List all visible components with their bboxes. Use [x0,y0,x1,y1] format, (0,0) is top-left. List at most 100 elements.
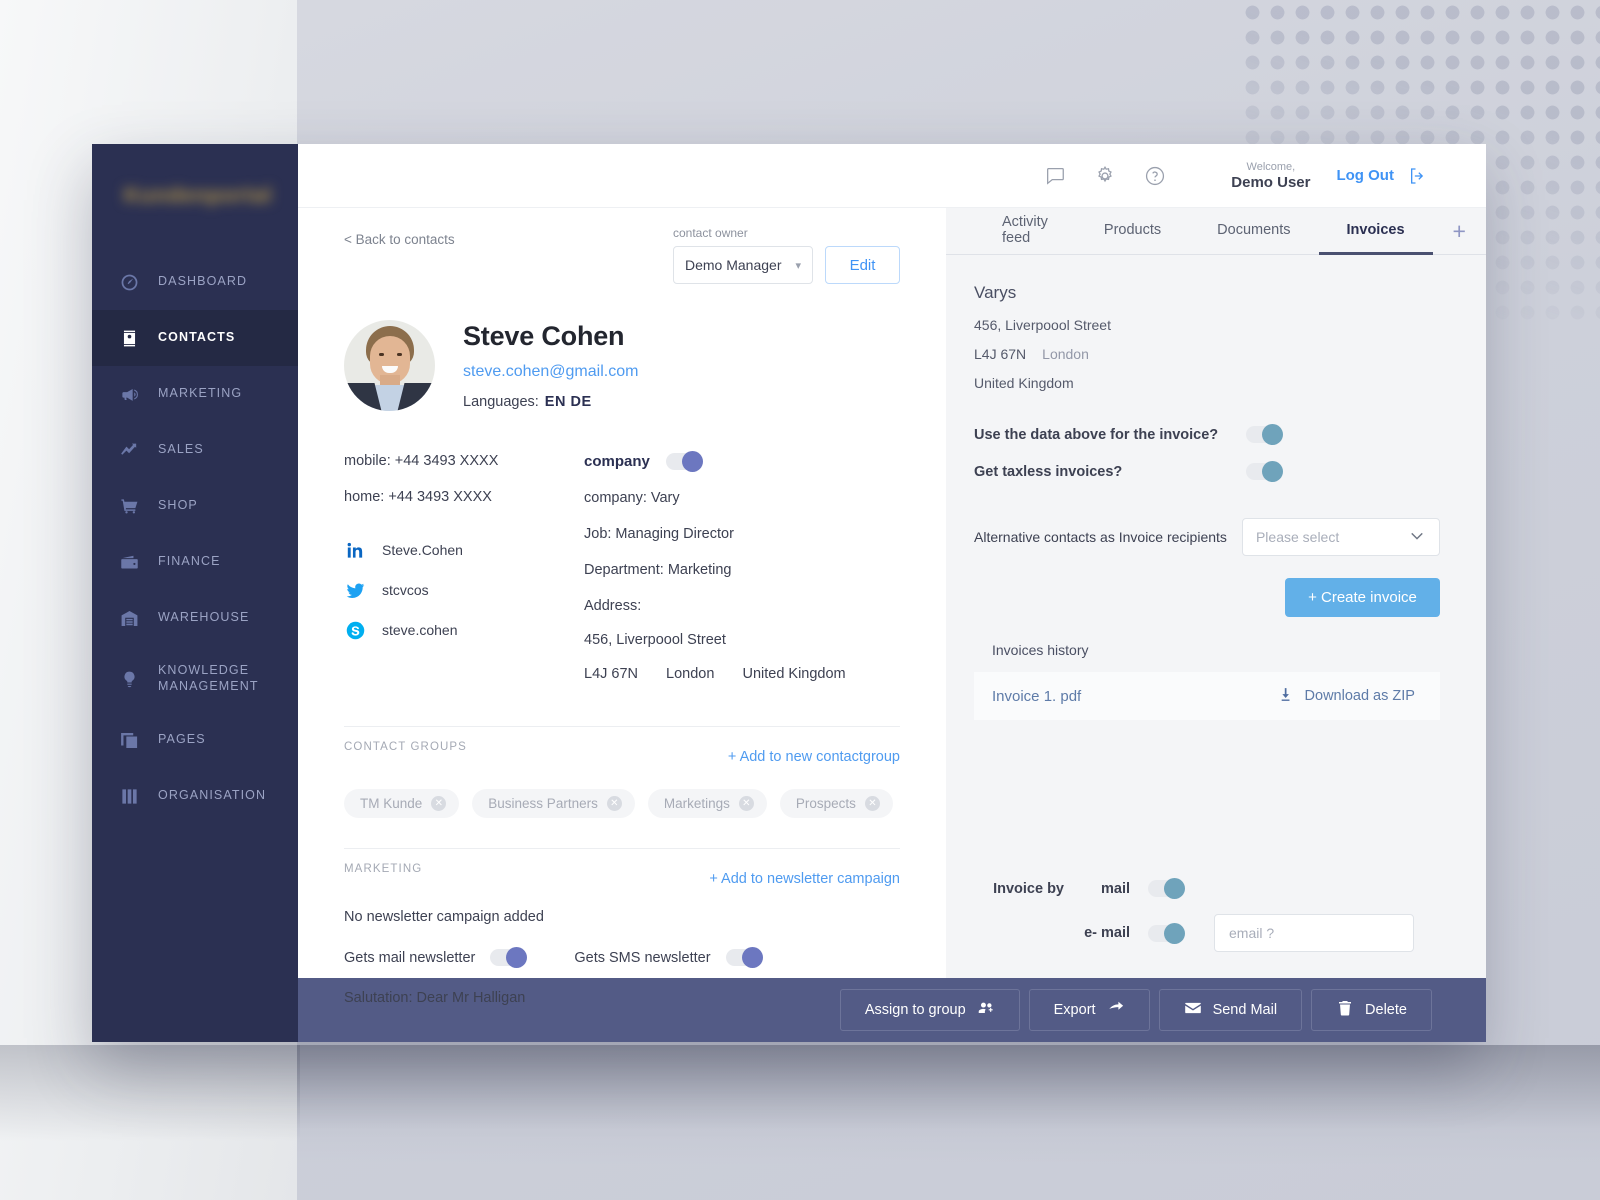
alternative-contacts-row: Alternative contacts as Invoice recipien… [974,518,1440,556]
edit-button[interactable]: Edit [825,246,900,284]
add-tab-button[interactable]: + [1433,208,1486,254]
mail-newsletter-toggle[interactable] [490,947,528,968]
sidebar-item-label: ORGANISATION [158,788,267,803]
back-to-contacts-link[interactable]: < Back to contacts [344,226,455,247]
invoice-by-email-row: e- mail [974,914,1440,952]
sidebar-item-marketing[interactable]: MARKETING [92,366,298,422]
delete-button[interactable]: Delete [1311,989,1432,1031]
send-mail-button[interactable]: Send Mail [1158,989,1303,1031]
close-icon[interactable]: ✕ [864,796,880,811]
chat-bubble-icon[interactable] [1043,164,1067,188]
logout-arrow-icon[interactable] [1408,166,1428,186]
profile-text: Steve Cohen steve.cohen@gmail.com Langua… [463,321,638,410]
logo[interactable]: Kundenportal [92,144,298,248]
sidebar-item-knowledge-management[interactable]: KNOWLEDGE MANAGEMENT [92,646,298,712]
newsletter-toggles: Gets mail newsletter Gets SMS newsletter [344,947,900,968]
sidebar-item-label: PAGES [158,732,206,747]
contact-email-link[interactable]: steve.cohen@gmail.com [463,363,638,381]
app-window: Kundenportal DASHBOARD CONTACTS MARKETIN… [92,144,1486,1042]
pages-icon [118,729,140,751]
add-to-newsletter-campaign-link[interactable]: + Add to newsletter campaign [709,871,900,887]
tab-products[interactable]: Products [1076,208,1189,255]
billing-country: United Kingdom [974,375,1074,391]
sidebar-item-warehouse[interactable]: WAREHOUSE [92,590,298,646]
sidebar-item-label: SALES [158,442,204,457]
add-to-new-contactgroup-link[interactable]: + Add to new contactgroup [728,749,900,765]
sidebar-item-contacts[interactable]: CONTACTS [92,310,298,366]
sidebar-item-shop[interactable]: SHOP [92,478,298,534]
address-country: United Kingdom [742,666,846,682]
invoice-by-mail-toggle[interactable] [1148,878,1185,899]
export-button[interactable]: Export [1028,989,1150,1031]
use-data-toggle[interactable] [1246,424,1283,445]
contact-owner-block: contact owner Demo Manager ▾ Edit [673,226,900,284]
company-toggle[interactable] [665,451,703,472]
mail-newsletter-group: Gets mail newsletter [344,947,528,968]
sidebar-item-finance[interactable]: FINANCE [92,534,298,590]
social-linkedin[interactable]: Steve.Cohen [344,539,576,561]
sidebar-item-organisation[interactable]: ORGANISATION [92,768,298,824]
department: Department: Marketing [584,562,732,578]
sidebar-item-label: DASHBOARD [158,274,248,289]
chip[interactable]: Marketings ✕ [647,789,767,818]
contacts-icon [118,327,140,349]
taxless-label: Get taxless invoices? [974,463,1123,480]
sms-newsletter-toggle[interactable] [725,947,763,968]
invoice-file-link[interactable]: Invoice 1. pdf [992,688,1081,705]
chip[interactable]: Prospects ✕ [779,789,893,818]
gear-icon[interactable] [1093,164,1117,188]
twitter-icon [344,579,366,601]
logout-link[interactable]: Log Out [1336,167,1393,184]
linkedin-handle: Steve.Cohen [382,542,463,558]
invoice-by-email-label: e- mail [1084,925,1130,941]
send-mail-label: Send Mail [1212,1002,1278,1018]
billing-name: Varys [974,283,1017,302]
company-toggle-label: company [584,453,650,470]
close-icon[interactable]: ✕ [431,796,447,811]
social-twitter[interactable]: stcvcos [344,579,576,601]
contact-owner-select[interactable]: Demo Manager ▾ [673,246,813,284]
linkedin-icon [344,539,366,561]
alternative-contacts-select[interactable]: Please select [1241,518,1440,556]
close-icon[interactable]: ✕ [606,796,622,811]
trend-line-icon [118,439,140,461]
sidebar-item-pages[interactable]: PAGES [92,712,298,768]
tab-documents[interactable]: Documents [1189,208,1318,255]
invoice-by-mail-label: mail [1100,880,1130,897]
company-name: company: Vary [584,490,680,506]
sidebar-item-label: MARKETING [158,386,243,401]
lightbulb-icon [118,668,140,690]
use-data-label: Use the data above for the invoice? [974,426,1219,443]
tab-activity-feed[interactable]: Activity feed [974,208,1076,255]
company-toggle-row: company [584,451,900,472]
topbar-icon-group [1043,164,1167,188]
taxless-toggle[interactable] [1246,461,1283,482]
action-bar: Assign to group Export Send Mail Delete [298,978,1486,1042]
close-icon[interactable]: ✕ [738,796,754,811]
create-invoice-button[interactable]: + Create invoice [1284,578,1440,617]
contact-details: mobile: +44 3493 XXXX home: +44 3493 XXX… [344,451,900,702]
sidebar-item-dashboard[interactable]: DASHBOARD [92,254,298,310]
export-label: Export [1053,1002,1096,1018]
sidebar-item-sales[interactable]: SALES [92,422,298,478]
tab-invoices[interactable]: Invoices [1318,208,1433,255]
alternative-contacts-value: Please select [1255,529,1340,545]
social-skype[interactable]: steve.cohen [344,619,576,641]
download-icon [1277,686,1294,707]
welcome-label: Welcome, [1246,160,1296,173]
chip[interactable]: TM Kunde ✕ [344,789,460,818]
languages-label: Languages: [463,394,539,410]
chip[interactable]: Business Partners ✕ [472,789,635,818]
page-title: Steve Cohen [463,321,625,351]
download-as-zip-button[interactable]: Download as ZIP [1277,686,1415,707]
chip-label: Prospects [795,796,856,811]
home-phone: home: +44 3493 XXXX [344,489,492,505]
invoices-panel: Activity feed Products Documents Invoice… [946,208,1486,978]
help-circle-icon[interactable] [1143,164,1167,188]
add-people-icon [977,999,995,1021]
email-field[interactable] [1214,914,1414,952]
download-as-zip-label: Download as ZIP [1304,688,1415,704]
table-row[interactable]: Invoice 1. pdf Download as ZIP [974,672,1440,720]
mobile-phone: mobile: +44 3493 XXXX [344,453,499,469]
invoice-by-email-toggle[interactable] [1148,922,1185,944]
